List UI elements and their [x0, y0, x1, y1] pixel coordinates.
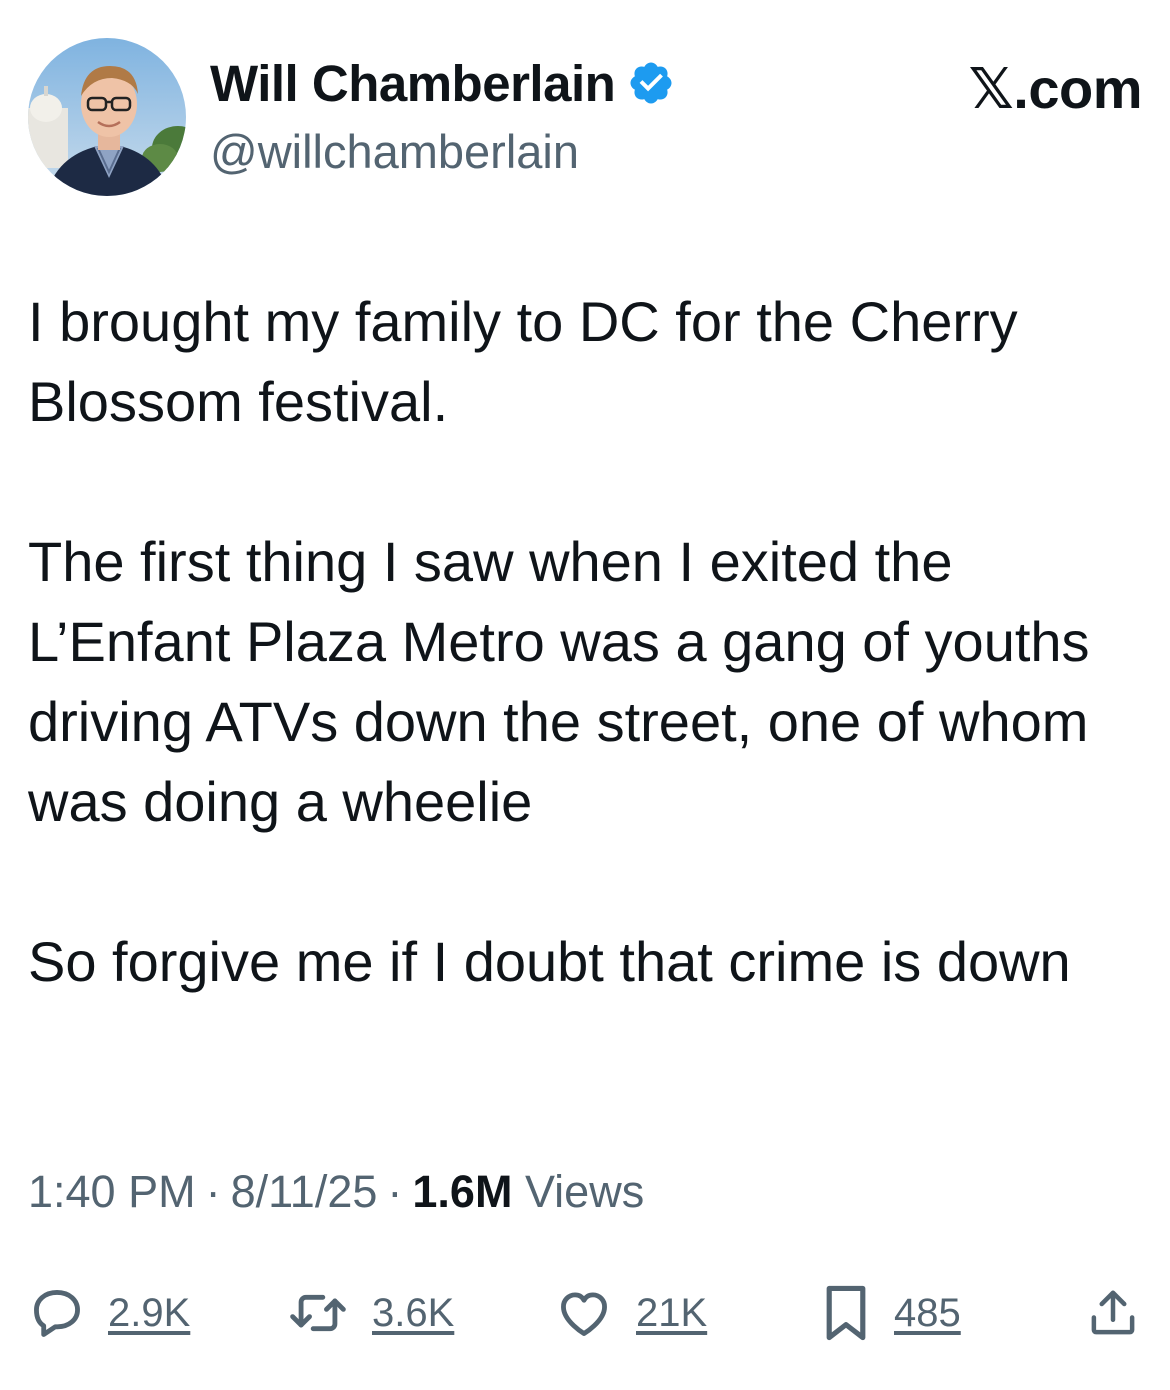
repost-count: 3.6K	[372, 1290, 455, 1335]
user-handle[interactable]: @willchamberlain	[210, 124, 579, 179]
like-button[interactable]: 21K	[554, 1278, 707, 1348]
repost-button[interactable]: 3.6K	[286, 1278, 454, 1348]
meta-separator: ·	[205, 1166, 221, 1217]
views-label: Views	[524, 1166, 645, 1217]
tweet-meta: 1:40 PM · 8/11/25 · 1.6M Views	[28, 1166, 644, 1218]
name-row: Will Chamberlain	[210, 52, 675, 114]
reply-button[interactable]: 2.9K	[28, 1278, 190, 1348]
tweet-text: I brought my family to DC for the Cherry…	[28, 282, 1142, 1002]
views-count: 1.6M	[412, 1166, 513, 1217]
bookmark-count: 485	[894, 1290, 961, 1335]
share-upload-icon	[1091, 1290, 1135, 1335]
reply-count: 2.9K	[108, 1290, 191, 1335]
speech-bubble-icon	[34, 1290, 80, 1337]
share-button[interactable]	[1086, 1278, 1140, 1348]
brand-logo: 𝕏.com	[968, 57, 1143, 120]
tweet-header: Will Chamberlain @willchamberlain 𝕏.com	[28, 38, 1143, 198]
tweet-paragraph: The first thing I saw when I exited the …	[28, 530, 1090, 833]
repost-arrows-icon	[290, 1294, 346, 1332]
action-bar: 2.9K 3.6K 21K 485	[28, 1278, 1142, 1348]
tweet-paragraph: So forgive me if I doubt that crime is d…	[28, 930, 1071, 993]
avatar[interactable]	[28, 38, 186, 196]
tweet-date[interactable]: 8/11/25	[231, 1166, 378, 1217]
verified-badge-icon[interactable]	[627, 59, 675, 107]
tweet-time[interactable]: 1:40 PM	[28, 1166, 196, 1217]
display-name[interactable]: Will Chamberlain	[210, 54, 616, 113]
tweet-paragraph: I brought my family to DC for the Cherry…	[28, 290, 1018, 433]
heart-icon	[561, 1292, 607, 1336]
meta-separator: ·	[387, 1166, 403, 1217]
like-count: 21K	[636, 1290, 708, 1335]
bookmark-button[interactable]: 485	[820, 1278, 961, 1348]
bookmark-icon	[826, 1285, 866, 1341]
avatar-image	[28, 38, 186, 196]
